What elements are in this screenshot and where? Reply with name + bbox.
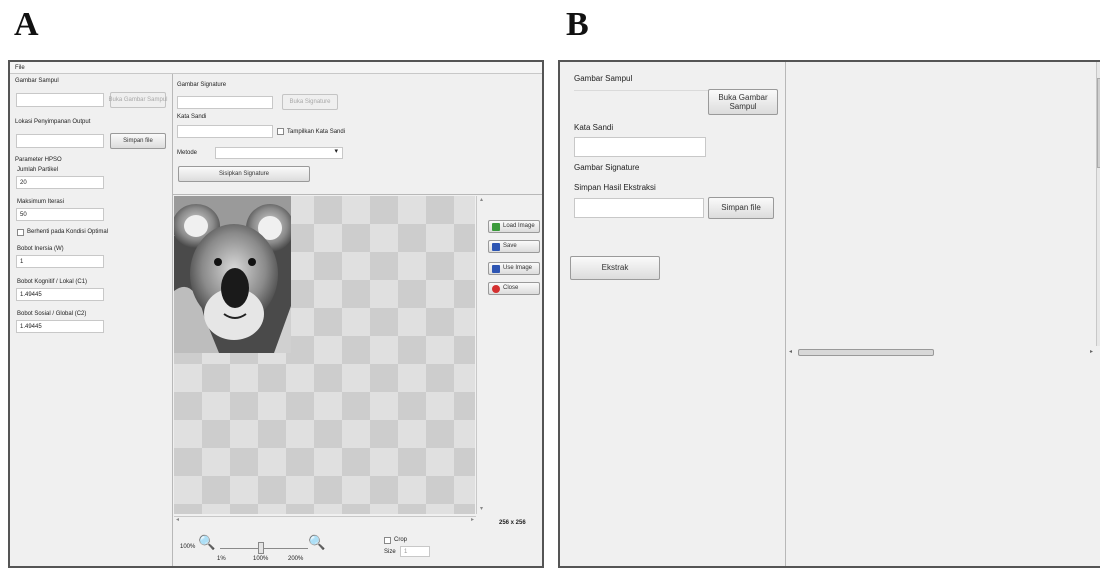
berhenti-label: Berhenti pada Kondisi Optimal <box>27 229 109 235</box>
scroll-right-icon[interactable]: ▸ <box>471 517 474 524</box>
b-simpan-hasil-label: Simpan Hasil Ekstraksi <box>574 183 656 192</box>
zoom-tick-1: 1% <box>217 556 226 562</box>
load-image-label: Load Image <box>503 223 535 229</box>
scroll-left-icon[interactable]: ◂ <box>176 517 179 524</box>
menu-bar: File <box>10 62 542 74</box>
bobot-sosial-label: Bobot Sosial / Global (C2) <box>17 311 87 317</box>
jumlah-partikel-field[interactable]: 20 <box>16 176 104 189</box>
chevron-down-icon: ▾ <box>334 148 338 155</box>
lokasi-output-label: Lokasi Penyimpanan Output <box>15 119 91 125</box>
kata-sandi-label: Kata Sandi <box>177 114 207 120</box>
b-horizontal-scrollbar[interactable]: ◂ ▸ <box>788 348 1094 357</box>
zoom-slider-thumb[interactable] <box>258 542 264 554</box>
scroll-down-icon[interactable]: ▾ <box>480 506 483 513</box>
simpan-file-button[interactable]: Simpan file <box>110 133 166 149</box>
use-image-icon <box>492 264 500 273</box>
zoom-out-icon[interactable]: 🔍 <box>198 534 215 551</box>
b-ekstrak-button[interactable]: Ekstrak <box>570 256 660 280</box>
bobot-inersia-field[interactable]: 1 <box>16 255 104 268</box>
b-gambar-sampul-label: Gambar Sampul <box>574 74 633 83</box>
tampilkan-kata-sandi-checkbox[interactable] <box>277 128 284 135</box>
berhenti-checkbox[interactable] <box>17 229 24 236</box>
image-size-readout: 256 x 256 <box>499 520 526 526</box>
close-icon <box>492 284 500 293</box>
metode-select[interactable]: ▾ <box>215 147 343 159</box>
b-gambar-sampul-field <box>574 90 708 91</box>
use-image-button[interactable]: Use Image <box>488 262 540 275</box>
lokasi-output-field[interactable] <box>16 134 104 148</box>
b-gambar-signature-label: Gambar Signature <box>574 163 640 172</box>
save-button[interactable]: Save <box>488 240 540 253</box>
koala-image <box>174 196 291 353</box>
zoom-tick-200: 200% <box>288 556 304 562</box>
crop-checkbox[interactable] <box>384 537 391 544</box>
b-buka-gambar-sampul-button[interactable]: Buka Gambar Sampul <box>708 89 778 115</box>
viewer-top-divider <box>173 194 542 195</box>
floppy-disk-icon <box>492 242 500 251</box>
zoom-in-icon[interactable]: 🔍 <box>308 534 325 551</box>
menu-file[interactable]: File <box>15 65 25 72</box>
size-label: Size <box>384 549 396 555</box>
panel-b-letter: B <box>566 6 589 43</box>
load-image-button[interactable]: Load Image <box>488 220 540 233</box>
gambar-sampul-label: Gambar Sampul <box>15 78 59 84</box>
image-canvas[interactable] <box>174 196 475 514</box>
bobot-inersia-label: Bobot Inersia (W) <box>17 246 64 252</box>
viewer-vertical-scrollbar[interactable]: ▴ ▾ <box>476 196 486 514</box>
kata-sandi-field[interactable] <box>177 125 273 138</box>
scroll-up-icon[interactable]: ▴ <box>480 197 483 204</box>
embed-window: File Gambar Sampul Buka Gambar Sampul Lo… <box>8 60 544 568</box>
crop-label: Crop <box>394 537 408 543</box>
buka-signature-button[interactable]: Buka Signature <box>282 94 338 110</box>
gambar-signature-label: Gambar Signature <box>177 82 227 88</box>
maksimum-iterasi-field[interactable]: 50 <box>16 208 104 221</box>
close-button[interactable]: Close <box>488 282 540 295</box>
bobot-sosial-field[interactable]: 1.49445 <box>16 320 104 333</box>
bobot-kognitif-label: Bobot Kognitif / Lokal (C1) <box>17 279 88 285</box>
b-vertical-scrollbar[interactable] <box>1096 62 1100 346</box>
panel-b-preview-area <box>786 62 1100 566</box>
b-horizontal-scroll-thumb[interactable] <box>798 349 934 356</box>
close-label: Close <box>503 285 519 291</box>
zoom-min-label: 100% <box>180 544 196 550</box>
b-scroll-left-icon[interactable]: ◂ <box>789 349 792 356</box>
zoom-slider-track[interactable] <box>220 548 308 549</box>
b-kata-sandi-field[interactable] <box>574 137 706 157</box>
b-kata-sandi-label: Kata Sandi <box>574 123 614 132</box>
gambar-signature-field[interactable] <box>177 96 273 109</box>
metode-label: Metode <box>177 150 198 156</box>
maksimum-iterasi-label: Maksimum Iterasi <box>17 199 65 205</box>
b-simpan-file-button[interactable]: Simpan file <box>708 197 774 219</box>
left-divider <box>172 74 173 566</box>
b-scroll-right-icon[interactable]: ▸ <box>1090 349 1093 356</box>
b-simpan-hasil-field[interactable] <box>574 198 704 218</box>
gambar-sampul-field[interactable] <box>16 93 104 107</box>
parameter-hpso-label: Parameter HPSO <box>15 157 62 163</box>
load-image-icon <box>492 222 500 231</box>
save-label: Save <box>503 243 517 249</box>
tampilkan-kata-sandi-label: Tampilkan Kata Sandi <box>287 129 346 135</box>
use-image-label: Use Image <box>503 265 533 271</box>
size-stepper[interactable]: 1 <box>400 546 430 557</box>
zoom-tick-100: 100% <box>253 556 269 562</box>
sisipkan-signature-button[interactable]: Sisipkan Signature <box>178 166 310 182</box>
buka-gambar-sampul-button[interactable]: Buka Gambar Sampul <box>108 92 168 108</box>
panel-a-letter: A <box>14 6 39 43</box>
viewer-horizontal-scrollbar[interactable]: ◂ ▸ <box>174 516 476 524</box>
bobot-kognitif-field[interactable]: 1.49445 <box>16 288 104 301</box>
jumlah-partikel-label: Jumlah Partikel <box>17 167 59 173</box>
extract-window: Gambar Sampul Buka Gambar Sampul Kata Sa… <box>558 60 1100 568</box>
